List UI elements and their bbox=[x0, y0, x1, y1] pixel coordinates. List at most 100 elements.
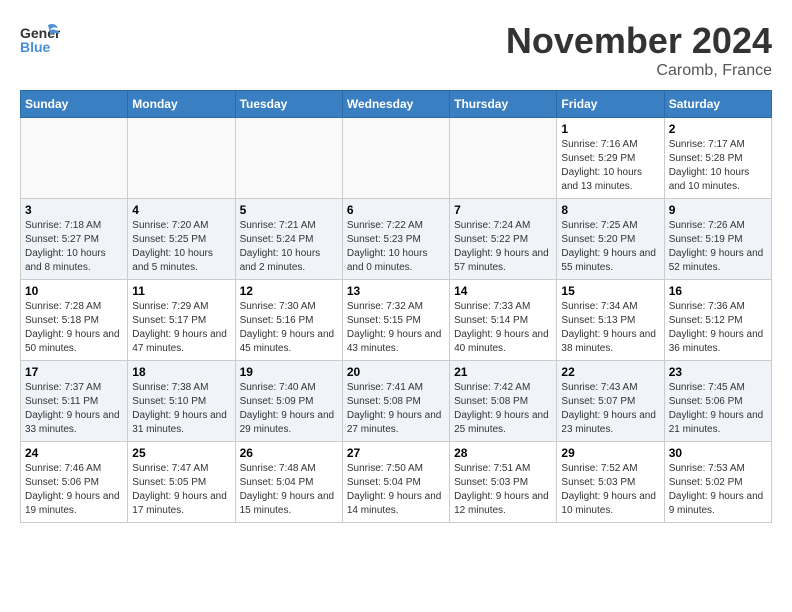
calendar-cell: 25 Sunrise: 7:47 AM Sunset: 5:05 PM Dayli… bbox=[128, 442, 235, 523]
day-info: Sunrise: 7:33 AM Sunset: 5:14 PM Dayligh… bbox=[454, 300, 552, 356]
day-number: 25 bbox=[132, 446, 230, 460]
day-number: 3 bbox=[25, 203, 123, 217]
day-number: 28 bbox=[454, 446, 552, 460]
day-info: Sunrise: 7:32 AM Sunset: 5:15 PM Dayligh… bbox=[347, 300, 445, 356]
calendar-cell: 5Sunrise: 7:21 AM Sunset: 5:24 PM Daylig… bbox=[235, 199, 342, 280]
calendar-cell: 6Sunrise: 7:22 AM Sunset: 5:23 PM Daylig… bbox=[342, 199, 449, 280]
day-info: Sunrise: 7:36 AM Sunset: 5:12 PM Dayligh… bbox=[669, 300, 767, 356]
calendar-cell: 29 Sunrise: 7:52 AM Sunset: 5:03 PM Dayli… bbox=[557, 442, 664, 523]
day-info: Sunrise: 7:37 AM Sunset: 5:11 PM Dayligh… bbox=[25, 381, 123, 437]
weekday-header: Saturday bbox=[664, 91, 771, 118]
day-number: 26 bbox=[240, 446, 338, 460]
calendar-cell bbox=[450, 118, 557, 199]
month-title: November 2024 bbox=[506, 20, 772, 62]
page-header: General Blue November 2024 Caromb, Franc… bbox=[20, 20, 772, 80]
day-number: 24 bbox=[25, 446, 123, 460]
calendar-cell: 27 Sunrise: 7:50 AM Sunset: 5:04 PM Dayli… bbox=[342, 442, 449, 523]
day-info: Sunrise: 7:30 AM Sunset: 5:16 PM Dayligh… bbox=[240, 300, 338, 356]
day-info: Sunrise: 7:46 AM Sunset: 5:06 PM Dayligh… bbox=[25, 462, 123, 518]
day-number: 13 bbox=[347, 284, 445, 298]
day-info: Sunrise: 7:34 AM Sunset: 5:13 PM Dayligh… bbox=[561, 300, 659, 356]
weekday-header: Friday bbox=[557, 91, 664, 118]
calendar-week-row: 24 Sunrise: 7:46 AM Sunset: 5:06 PM Dayli… bbox=[21, 442, 772, 523]
day-info: Sunrise: 7:45 AM Sunset: 5:06 PM Dayligh… bbox=[669, 381, 767, 437]
calendar-cell: 2Sunrise: 7:17 AM Sunset: 5:28 PM Daylig… bbox=[664, 118, 771, 199]
calendar-cell bbox=[235, 118, 342, 199]
day-info: Sunrise: 7:20 AM Sunset: 5:25 PM Dayligh… bbox=[132, 219, 230, 275]
day-info: Sunrise: 7:38 AM Sunset: 5:10 PM Dayligh… bbox=[132, 381, 230, 437]
day-info: Sunrise: 7:43 AM Sunset: 5:07 PM Dayligh… bbox=[561, 381, 659, 437]
calendar-cell: 26 Sunrise: 7:48 AM Sunset: 5:04 PM Dayli… bbox=[235, 442, 342, 523]
calendar-cell: 10 Sunrise: 7:28 AM Sunset: 5:18 PM Dayli… bbox=[21, 280, 128, 361]
calendar-cell: 11 Sunrise: 7:29 AM Sunset: 5:17 PM Dayli… bbox=[128, 280, 235, 361]
day-info: Sunrise: 7:41 AM Sunset: 5:08 PM Dayligh… bbox=[347, 381, 445, 437]
day-number: 27 bbox=[347, 446, 445, 460]
day-number: 18 bbox=[132, 365, 230, 379]
calendar-cell: 9 Sunrise: 7:26 AM Sunset: 5:19 PM Daylig… bbox=[664, 199, 771, 280]
day-info: Sunrise: 7:40 AM Sunset: 5:09 PM Dayligh… bbox=[240, 381, 338, 437]
calendar-cell: 24 Sunrise: 7:46 AM Sunset: 5:06 PM Dayli… bbox=[21, 442, 128, 523]
day-info: Sunrise: 7:48 AM Sunset: 5:04 PM Dayligh… bbox=[240, 462, 338, 518]
calendar-cell: 12 Sunrise: 7:30 AM Sunset: 5:16 PM Dayli… bbox=[235, 280, 342, 361]
calendar-cell: 3 Sunrise: 7:18 AM Sunset: 5:27 PM Daylig… bbox=[21, 199, 128, 280]
calendar-cell: 23 Sunrise: 7:45 AM Sunset: 5:06 PM Dayli… bbox=[664, 361, 771, 442]
calendar-cell: 4 Sunrise: 7:20 AM Sunset: 5:25 PM Daylig… bbox=[128, 199, 235, 280]
day-number: 5 bbox=[240, 203, 338, 217]
logo-icon: General Blue bbox=[20, 20, 60, 65]
calendar-cell: 1Sunrise: 7:16 AM Sunset: 5:29 PM Daylig… bbox=[557, 118, 664, 199]
day-number: 1 bbox=[561, 122, 659, 136]
day-number: 11 bbox=[132, 284, 230, 298]
day-info: Sunrise: 7:26 AM Sunset: 5:19 PM Dayligh… bbox=[669, 219, 767, 275]
day-number: 14 bbox=[454, 284, 552, 298]
day-number: 15 bbox=[561, 284, 659, 298]
calendar-week-row: 3 Sunrise: 7:18 AM Sunset: 5:27 PM Daylig… bbox=[21, 199, 772, 280]
logo: General Blue bbox=[20, 20, 60, 65]
day-number: 19 bbox=[240, 365, 338, 379]
calendar-cell: 14 Sunrise: 7:33 AM Sunset: 5:14 PM Dayli… bbox=[450, 280, 557, 361]
day-number: 20 bbox=[347, 365, 445, 379]
day-info: Sunrise: 7:28 AM Sunset: 5:18 PM Dayligh… bbox=[25, 300, 123, 356]
location: Caromb, France bbox=[506, 62, 772, 80]
day-info: Sunrise: 7:24 AM Sunset: 5:22 PM Dayligh… bbox=[454, 219, 552, 275]
day-number: 29 bbox=[561, 446, 659, 460]
svg-text:Blue: Blue bbox=[20, 39, 51, 55]
calendar-week-row: 17 Sunrise: 7:37 AM Sunset: 5:11 PM Dayli… bbox=[21, 361, 772, 442]
calendar-cell: 19 Sunrise: 7:40 AM Sunset: 5:09 PM Dayli… bbox=[235, 361, 342, 442]
day-number: 9 bbox=[669, 203, 767, 217]
day-info: Sunrise: 7:53 AM Sunset: 5:02 PM Dayligh… bbox=[669, 462, 767, 518]
day-number: 23 bbox=[669, 365, 767, 379]
calendar-cell: 17 Sunrise: 7:37 AM Sunset: 5:11 PM Dayli… bbox=[21, 361, 128, 442]
calendar-cell bbox=[21, 118, 128, 199]
calendar-cell: 20 Sunrise: 7:41 AM Sunset: 5:08 PM Dayli… bbox=[342, 361, 449, 442]
day-info: Sunrise: 7:47 AM Sunset: 5:05 PM Dayligh… bbox=[132, 462, 230, 518]
day-number: 12 bbox=[240, 284, 338, 298]
day-info: Sunrise: 7:51 AM Sunset: 5:03 PM Dayligh… bbox=[454, 462, 552, 518]
day-info: Sunrise: 7:50 AM Sunset: 5:04 PM Dayligh… bbox=[347, 462, 445, 518]
day-number: 22 bbox=[561, 365, 659, 379]
calendar-cell: 28 Sunrise: 7:51 AM Sunset: 5:03 PM Dayli… bbox=[450, 442, 557, 523]
weekday-header: Tuesday bbox=[235, 91, 342, 118]
day-number: 30 bbox=[669, 446, 767, 460]
day-number: 6 bbox=[347, 203, 445, 217]
calendar-cell: 13 Sunrise: 7:32 AM Sunset: 5:15 PM Dayli… bbox=[342, 280, 449, 361]
day-number: 7 bbox=[454, 203, 552, 217]
day-info: Sunrise: 7:25 AM Sunset: 5:20 PM Dayligh… bbox=[561, 219, 659, 275]
calendar-cell bbox=[128, 118, 235, 199]
calendar-cell: 18 Sunrise: 7:38 AM Sunset: 5:10 PM Dayli… bbox=[128, 361, 235, 442]
weekday-header: Monday bbox=[128, 91, 235, 118]
calendar-cell bbox=[342, 118, 449, 199]
day-info: Sunrise: 7:29 AM Sunset: 5:17 PM Dayligh… bbox=[132, 300, 230, 356]
weekday-header: Thursday bbox=[450, 91, 557, 118]
weekday-header: Wednesday bbox=[342, 91, 449, 118]
calendar-cell: 8Sunrise: 7:25 AM Sunset: 5:20 PM Daylig… bbox=[557, 199, 664, 280]
day-number: 17 bbox=[25, 365, 123, 379]
calendar-cell: 22 Sunrise: 7:43 AM Sunset: 5:07 PM Dayli… bbox=[557, 361, 664, 442]
day-number: 16 bbox=[669, 284, 767, 298]
day-info: Sunrise: 7:18 AM Sunset: 5:27 PM Dayligh… bbox=[25, 219, 123, 275]
day-number: 10 bbox=[25, 284, 123, 298]
day-info: Sunrise: 7:52 AM Sunset: 5:03 PM Dayligh… bbox=[561, 462, 659, 518]
day-info: Sunrise: 7:42 AM Sunset: 5:08 PM Dayligh… bbox=[454, 381, 552, 437]
day-number: 4 bbox=[132, 203, 230, 217]
calendar-cell: 30 Sunrise: 7:53 AM Sunset: 5:02 PM Dayli… bbox=[664, 442, 771, 523]
calendar-cell: 16 Sunrise: 7:36 AM Sunset: 5:12 PM Dayli… bbox=[664, 280, 771, 361]
